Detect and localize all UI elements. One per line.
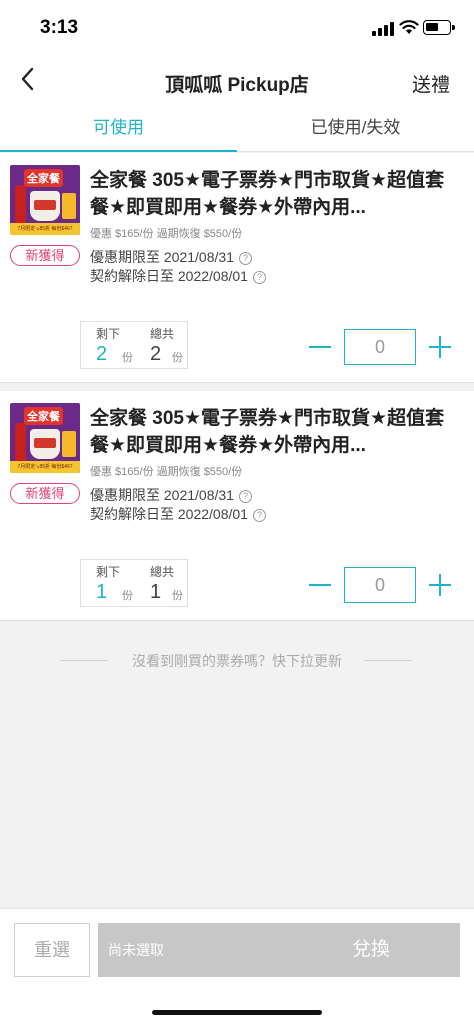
contract-end: 契約解除日至 2022/08/01? [90, 504, 266, 524]
count-box: 剩下 1 份 總共 1 份 [80, 559, 188, 607]
remaining-count: 剩下 2 份 [81, 322, 135, 370]
voucher-image[interactable]: 全家餐 7月限定↘85折 每份$467 [10, 165, 80, 235]
contract-end: 契約解除日至 2022/08/01? [90, 266, 266, 286]
voucher-card: 全家餐 7月限定↘85折 每份$467 新獲得 全家餐 305★電子票券★門市取… [0, 391, 474, 621]
quantity-input[interactable]: 0 [344, 567, 416, 603]
valid-until: 優惠期限至 2021/08/31? [90, 247, 252, 267]
page-title: 頂呱呱 Pickup店 [165, 75, 309, 96]
total-count: 總共 2 份 [135, 322, 189, 370]
home-indicator [152, 1010, 322, 1015]
refresh-hint: 沒看到剛買的票券嗎？快下拉更新 [0, 650, 474, 672]
total-count: 總共 1 份 [135, 560, 189, 608]
plus-icon[interactable] [426, 333, 454, 361]
remaining-count: 剩下 1 份 [81, 560, 135, 608]
total-value: 2 [150, 343, 162, 365]
cola-bottle-icon [15, 423, 26, 461]
voucher-price: 優惠 $165/份 過期恢復 $550/份 [90, 228, 243, 240]
voucher-image-title: 全家餐 [24, 407, 63, 425]
bottom-action-bar: 重選 尚未選取 兌換 [0, 908, 474, 1024]
divider [364, 660, 412, 661]
nav-bar: 頂呱呱 Pickup店 送禮 [0, 56, 474, 106]
count-box: 剩下 2 份 總共 2 份 [80, 321, 188, 369]
tab-bar: 可使用 已使用/失效 [0, 106, 474, 152]
chicken-bucket-icon [30, 191, 60, 221]
refresh-hint-text: 沒看到剛買的票券嗎？快下拉更新 [132, 653, 342, 669]
help-icon[interactable]: ? [238, 490, 252, 503]
total-label: 總共 [149, 327, 174, 341]
status-time: 3:13 [40, 17, 79, 38]
remaining-value: 2 [96, 343, 108, 365]
minus-icon[interactable] [306, 334, 334, 362]
voucher-title[interactable]: 全家餐 305★電子票券★門市取貨★超值套餐★即買即用★餐券★外帶內用... [90, 167, 456, 221]
tab-available[interactable]: 可使用 [0, 106, 237, 152]
plus-icon[interactable] [426, 571, 454, 599]
selection-hint: 尚未選取 [108, 942, 164, 958]
voucher-card: 全家餐 7月限定↘85折 每份$467 新獲得 全家餐 305★電子票券★門市取… [0, 153, 474, 383]
valid-until-text: 優惠期限至 2021/08/31 [90, 249, 234, 265]
voucher-price: 優惠 $165/份 過期恢復 $550/份 [90, 466, 243, 478]
voucher-image-caption: 7月限定↘85折 每份$467 [10, 461, 80, 473]
redeem-bar[interactable]: 尚未選取 兌換 [98, 923, 460, 977]
quantity-input[interactable]: 0 [344, 329, 416, 365]
fries-icon [62, 431, 76, 457]
valid-until-text: 優惠期限至 2021/08/31 [90, 487, 234, 503]
total-unit: 份 [172, 352, 183, 364]
remaining-unit: 份 [122, 590, 133, 602]
voucher-title[interactable]: 全家餐 305★電子票券★門市取貨★超值套餐★即買即用★餐券★外帶內用... [90, 405, 456, 459]
help-icon[interactable]: ? [238, 252, 252, 265]
help-icon[interactable]: ? [252, 271, 266, 284]
redeem-button[interactable]: 兌換 [352, 923, 390, 977]
remaining-value: 1 [96, 581, 108, 603]
total-unit: 份 [172, 590, 183, 602]
remaining-label: 剩下 [95, 565, 120, 579]
wifi-icon [399, 20, 419, 34]
total-value: 1 [150, 581, 162, 603]
cola-bottle-icon [15, 185, 26, 223]
voucher-image[interactable]: 全家餐 7月限定↘85折 每份$467 [10, 403, 80, 473]
remaining-unit: 份 [122, 352, 133, 364]
valid-until: 優惠期限至 2021/08/31? [90, 485, 252, 505]
reset-button[interactable]: 重選 [14, 923, 90, 977]
tab-used-expired[interactable]: 已使用/失效 [237, 106, 474, 152]
new-badge: 新獲得 [10, 245, 80, 266]
voucher-image-caption: 7月限定↘85折 每份$467 [10, 223, 80, 235]
minus-icon[interactable] [306, 572, 334, 600]
status-bar: 3:13 [0, 0, 474, 56]
chicken-bucket-icon [30, 429, 60, 459]
battery-icon [423, 20, 455, 35]
contract-end-text: 契約解除日至 2022/08/01 [90, 506, 248, 522]
fries-icon [62, 193, 76, 219]
help-icon[interactable]: ? [252, 509, 266, 522]
contract-end-text: 契約解除日至 2022/08/01 [90, 268, 248, 284]
total-label: 總共 [149, 565, 174, 579]
gift-button[interactable]: 送禮 [412, 70, 450, 97]
voucher-image-title: 全家餐 [24, 169, 63, 187]
remaining-label: 剩下 [95, 327, 120, 341]
new-badge: 新獲得 [10, 483, 80, 504]
signal-icon [372, 22, 394, 36]
